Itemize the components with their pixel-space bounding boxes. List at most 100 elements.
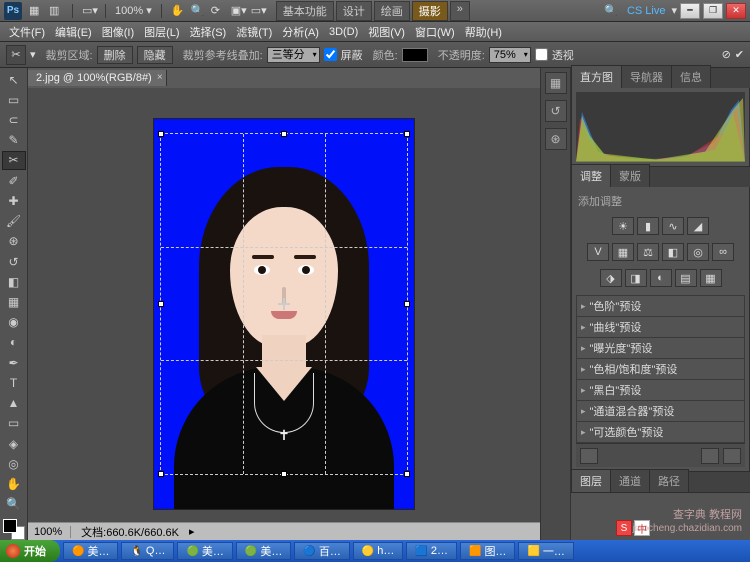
workspace-paint-button[interactable]: 绘画 (374, 1, 410, 21)
posterize-adjustment-icon[interactable]: ◨ (625, 269, 647, 287)
type-tool[interactable]: T (2, 373, 26, 392)
marquee-tool[interactable]: ▭ (2, 90, 26, 109)
preset-item[interactable]: "曝光度"预设 (576, 338, 745, 359)
menu-filter[interactable]: 滤镜(T) (231, 22, 277, 42)
taskbar-item[interactable]: 🟧 图… (460, 542, 515, 560)
crop-bounding-box[interactable] (160, 133, 408, 475)
workspace-design-button[interactable]: 设计 (336, 1, 372, 21)
foreground-color-swatch[interactable] (3, 519, 17, 533)
blur-tool[interactable]: ◉ (2, 313, 26, 332)
trash-icon[interactable] (723, 448, 741, 464)
lasso-tool[interactable]: ⊂ (2, 110, 26, 129)
gradient-tool[interactable]: ▦ (2, 292, 26, 311)
screen-mode-icon[interactable]: ▭▾ (251, 4, 265, 18)
perspective-checkbox[interactable] (535, 48, 548, 61)
clone-panel-icon[interactable]: ⊛ (545, 128, 567, 150)
preset-item[interactable]: "可选颜色"预设 (576, 422, 745, 443)
menu-window[interactable]: 窗口(W) (410, 22, 460, 42)
3d-tool[interactable]: ◈ (2, 434, 26, 453)
hand-tool[interactable]: ✋ (2, 474, 26, 493)
exposure-adjustment-icon[interactable]: ◢ (687, 217, 709, 235)
zoom-tool[interactable]: 🔍 (2, 495, 26, 514)
foreground-background-colors[interactable] (3, 519, 25, 540)
opacity-dropdown[interactable]: 75% (489, 47, 531, 63)
eyedropper-tool[interactable]: ✐ (2, 171, 26, 190)
tab-adjustments[interactable]: 调整 (571, 164, 611, 187)
preset-item[interactable]: "色相/饱和度"预设 (576, 359, 745, 380)
bridge-icon[interactable]: ▦ (29, 4, 43, 18)
vibrance-adjustment-icon[interactable]: V (587, 243, 609, 261)
crop-handle[interactable] (158, 471, 164, 477)
zoom-display[interactable]: 100% (34, 526, 71, 538)
zoom-dropdown[interactable]: 100% ▾ (115, 4, 152, 17)
arrange-docs-icon[interactable]: ▣▾ (231, 4, 245, 18)
taskbar-item[interactable]: 🐧 Q… (121, 542, 174, 560)
color-balance-adjustment-icon[interactable]: ⚖ (637, 243, 659, 261)
tab-masks[interactable]: 蒙版 (610, 164, 650, 187)
levels-adjustment-icon[interactable]: ▮ (637, 217, 659, 235)
toggle-icon[interactable] (580, 448, 598, 464)
taskbar-item[interactable]: 🔵 百… (294, 542, 349, 560)
document-tab[interactable]: 2.jpg @ 100%(RGB/8#) (28, 70, 167, 86)
menu-help[interactable]: 帮助(H) (460, 22, 507, 42)
tab-navigator[interactable]: 导航器 (621, 65, 672, 88)
hue-adjustment-icon[interactable]: ▦ (612, 243, 634, 261)
taskbar-item[interactable]: 🟢 美… (177, 542, 232, 560)
menu-view[interactable]: 视图(V) (363, 22, 410, 42)
invert-adjustment-icon[interactable]: ⬗ (600, 269, 622, 287)
brightness-adjustment-icon[interactable]: ☀ (612, 217, 634, 235)
shield-checkbox[interactable] (324, 48, 337, 61)
crop-delete-button[interactable]: 删除 (97, 46, 133, 64)
window-layout-icon[interactable]: ▭▾ (82, 4, 96, 18)
preset-item[interactable]: "黑白"预设 (576, 380, 745, 401)
workspace-photography-button[interactable]: 摄影 (412, 1, 448, 21)
tab-paths[interactable]: 路径 (649, 469, 689, 492)
hand-tool-icon[interactable]: ✋ (171, 4, 185, 18)
crop-tool[interactable]: ✂ (2, 151, 26, 170)
start-button[interactable]: 开始 (0, 540, 60, 562)
bw-adjustment-icon[interactable]: ◧ (662, 243, 684, 261)
guides-overlay-dropdown[interactable]: 三等分 (267, 47, 320, 63)
crop-handle[interactable] (404, 131, 410, 137)
menu-3d[interactable]: 3D(D) (324, 24, 363, 40)
menu-select[interactable]: 选择(S) (185, 22, 232, 42)
healing-tool[interactable]: ✚ (2, 191, 26, 210)
canvas[interactable]: ✝ (28, 88, 540, 540)
status-flyout-icon[interactable]: ▸ (189, 525, 195, 538)
crop-handle[interactable] (281, 471, 287, 477)
pen-tool[interactable]: ✒ (2, 353, 26, 372)
menu-analysis[interactable]: 分析(A) (277, 22, 324, 42)
path-select-tool[interactable]: ▲ (2, 394, 26, 413)
taskbar-item[interactable]: 🟦 2… (406, 542, 457, 560)
taskbar-item[interactable]: 🟨 一… (518, 542, 573, 560)
taskbar-item[interactable]: 🟡 h… (353, 542, 404, 560)
dodge-tool[interactable]: ◐ (2, 333, 26, 352)
preset-item[interactable]: "曲线"预设 (576, 317, 745, 338)
eraser-tool[interactable]: ◧ (2, 272, 26, 291)
document-size-display[interactable]: 文档:660.6K/660.6K (81, 524, 179, 540)
close-button[interactable]: ✕ (726, 3, 746, 19)
crop-handle[interactable] (404, 471, 410, 477)
history-brush-tool[interactable]: ↺ (2, 252, 26, 271)
preset-item[interactable]: "色阶"预设 (576, 295, 745, 317)
minimize-button[interactable]: ━ (680, 3, 700, 19)
menu-edit[interactable]: 编辑(E) (50, 22, 97, 42)
crop-tool-icon[interactable]: ✂ (6, 45, 26, 65)
menu-file[interactable]: 文件(F) (4, 22, 50, 42)
selective-color-adjustment-icon[interactable]: ▦ (700, 269, 722, 287)
workspace-essentials-button[interactable]: 基本功能 (276, 1, 334, 21)
minibridge-icon[interactable]: ▥ (49, 4, 63, 18)
crop-handle[interactable] (281, 131, 287, 137)
shape-tool[interactable]: ▭ (2, 414, 26, 433)
workspace-more-button[interactable]: » (450, 1, 470, 21)
curves-adjustment-icon[interactable]: ∿ (662, 217, 684, 235)
brush-tool[interactable]: 🖌 (2, 212, 26, 231)
tab-info[interactable]: 信息 (671, 65, 711, 88)
tab-layers[interactable]: 图层 (571, 469, 611, 492)
taskbar-item[interactable]: 🟢 美… (236, 542, 291, 560)
photo-filter-adjustment-icon[interactable]: ◎ (687, 243, 709, 261)
tab-channels[interactable]: 通道 (610, 469, 650, 492)
maximize-button[interactable]: ❐ (703, 3, 723, 19)
crop-hide-button[interactable]: 隐藏 (137, 46, 173, 64)
cancel-crop-icon[interactable]: ⊘ (722, 48, 731, 61)
